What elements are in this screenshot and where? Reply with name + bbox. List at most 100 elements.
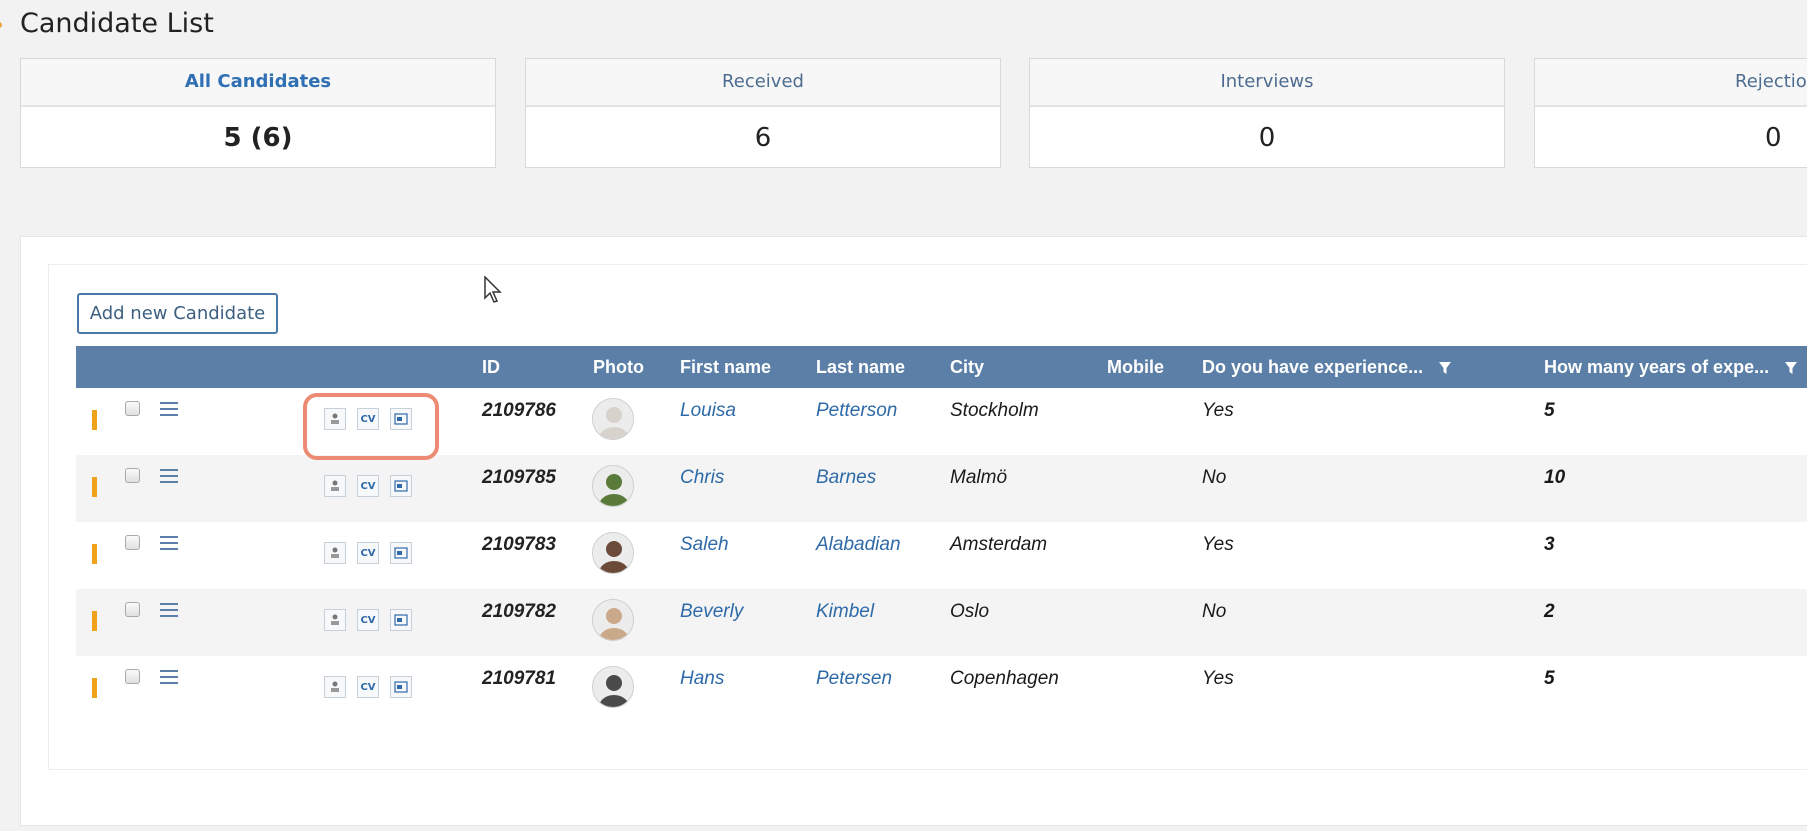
menu-icon[interactable] bbox=[160, 401, 178, 417]
column-header-last-name[interactable]: Last name bbox=[816, 346, 905, 388]
city-cell: Malmö bbox=[950, 467, 1008, 488]
grid-header: ID Photo First name Last name City Mobil… bbox=[76, 346, 1807, 388]
profile-doc-icon[interactable] bbox=[324, 475, 346, 497]
menu-icon[interactable] bbox=[160, 602, 178, 618]
letter-doc-icon[interactable] bbox=[390, 676, 412, 698]
candidate-id: 2109785 bbox=[482, 467, 556, 488]
document-icons: CV bbox=[324, 542, 412, 564]
column-header-experience-label: Do you have experience... bbox=[1202, 357, 1424, 377]
stat-label: Received bbox=[526, 59, 1000, 107]
column-header-years-label: How many years of expe... bbox=[1544, 357, 1770, 377]
status-indicator bbox=[92, 477, 97, 497]
stat-card-all-candidates[interactable]: All Candidates 5 (6) bbox=[20, 58, 496, 168]
avatar bbox=[592, 666, 634, 708]
avatar bbox=[592, 532, 634, 574]
title-marker bbox=[0, 22, 2, 28]
column-header-city[interactable]: City bbox=[950, 346, 984, 388]
city-cell: Oslo bbox=[950, 601, 990, 622]
first-name-link[interactable]: Hans bbox=[680, 668, 724, 690]
mouse-cursor-icon bbox=[484, 276, 502, 303]
status-indicator bbox=[92, 678, 97, 698]
stat-card-received[interactable]: Received 6 bbox=[525, 58, 1001, 168]
cv-doc-icon[interactable]: CV bbox=[357, 676, 379, 698]
filter-icon[interactable] bbox=[1784, 361, 1798, 375]
status-indicator bbox=[92, 410, 97, 430]
last-name-link[interactable]: Barnes bbox=[816, 467, 876, 489]
years-cell: 3 bbox=[1544, 534, 1555, 555]
page-title: Candidate List bbox=[20, 8, 214, 39]
candidate-id: 2109786 bbox=[482, 400, 556, 421]
last-name-link[interactable]: Kimbel bbox=[816, 601, 874, 623]
document-icons: CV bbox=[324, 676, 412, 698]
city-cell: Copenhagen bbox=[950, 668, 1059, 689]
city-cell: Stockholm bbox=[950, 400, 1039, 421]
row-checkbox[interactable] bbox=[125, 602, 140, 617]
stat-value: 0 bbox=[1258, 123, 1276, 153]
last-name-link[interactable]: Petterson bbox=[816, 400, 897, 422]
cv-doc-icon[interactable]: CV bbox=[357, 475, 379, 497]
first-name-link[interactable]: Chris bbox=[680, 467, 724, 489]
avatar bbox=[592, 599, 634, 641]
stat-label: Rejection bbox=[1535, 59, 1807, 107]
filter-icon[interactable] bbox=[1438, 361, 1452, 375]
column-header-id[interactable]: ID bbox=[482, 346, 500, 388]
stat-label: Interviews bbox=[1030, 59, 1504, 107]
letter-doc-icon[interactable] bbox=[390, 542, 412, 564]
candidate-id: 2109782 bbox=[482, 601, 556, 622]
experience-cell: No bbox=[1202, 467, 1227, 488]
column-header-photo[interactable]: Photo bbox=[593, 346, 644, 388]
column-header-years[interactable]: How many years of expe... bbox=[1544, 346, 1798, 388]
letter-doc-icon[interactable] bbox=[390, 475, 412, 497]
candidate-id: 2109781 bbox=[482, 668, 556, 689]
stat-value: 0 bbox=[1765, 123, 1782, 153]
profile-doc-icon[interactable] bbox=[324, 609, 346, 631]
last-name-link[interactable]: Petersen bbox=[816, 668, 892, 690]
status-indicator bbox=[92, 611, 97, 631]
row-checkbox[interactable] bbox=[125, 669, 140, 684]
stat-value: 6 bbox=[754, 123, 772, 153]
column-header-first-name[interactable]: First name bbox=[680, 346, 771, 388]
first-name-link[interactable]: Saleh bbox=[680, 534, 729, 556]
stat-card-interviews[interactable]: Interviews 0 bbox=[1029, 58, 1505, 168]
document-icons: CV bbox=[324, 475, 412, 497]
profile-doc-icon[interactable] bbox=[324, 542, 346, 564]
doc-icons-highlight bbox=[303, 393, 439, 460]
row-checkbox[interactable] bbox=[125, 468, 140, 483]
avatar bbox=[592, 398, 634, 440]
table-row[interactable]: CV 2109781 Hans Petersen Copenhagen Yes 5 bbox=[76, 656, 1807, 723]
stat-label: All Candidates bbox=[21, 59, 495, 107]
stat-card-rejection[interactable]: Rejection 0 bbox=[1534, 58, 1807, 168]
city-cell: Amsterdam bbox=[950, 534, 1048, 555]
years-cell: 5 bbox=[1544, 400, 1555, 421]
cv-doc-icon[interactable]: CV bbox=[357, 609, 379, 631]
profile-doc-icon[interactable] bbox=[324, 676, 346, 698]
first-name-link[interactable]: Louisa bbox=[680, 400, 736, 422]
cv-doc-icon[interactable]: CV bbox=[357, 542, 379, 564]
experience-cell: Yes bbox=[1202, 400, 1234, 421]
column-header-experience[interactable]: Do you have experience... bbox=[1202, 346, 1452, 388]
experience-cell: Yes bbox=[1202, 534, 1234, 555]
table-row[interactable]: CV 2109782 Beverly Kimbel Oslo No 2 bbox=[76, 589, 1807, 656]
avatar bbox=[592, 465, 634, 507]
first-name-link[interactable]: Beverly bbox=[680, 601, 743, 623]
menu-icon[interactable] bbox=[160, 669, 178, 685]
years-cell: 10 bbox=[1544, 467, 1566, 488]
last-name-link[interactable]: Alabadian bbox=[816, 534, 901, 556]
experience-cell: No bbox=[1202, 601, 1227, 622]
candidate-id: 2109783 bbox=[482, 534, 556, 555]
status-indicator bbox=[92, 544, 97, 564]
table-row[interactable]: CV 2109783 Saleh Alabadian Amsterdam Yes 3 bbox=[76, 522, 1807, 589]
menu-icon[interactable] bbox=[160, 468, 178, 484]
column-header-mobile[interactable]: Mobile bbox=[1107, 346, 1164, 388]
letter-doc-icon[interactable] bbox=[390, 609, 412, 631]
menu-icon[interactable] bbox=[160, 535, 178, 551]
document-icons: CV bbox=[324, 609, 412, 631]
stat-value: 5 (6) bbox=[223, 123, 293, 153]
experience-cell: Yes bbox=[1202, 668, 1234, 689]
years-cell: 2 bbox=[1544, 601, 1555, 622]
years-cell: 5 bbox=[1544, 668, 1555, 689]
add-candidate-button[interactable]: Add new Candidate bbox=[77, 293, 278, 334]
row-checkbox[interactable] bbox=[125, 535, 140, 550]
row-checkbox[interactable] bbox=[125, 401, 140, 416]
table-row[interactable]: CV 2109785 Chris Barnes Malmö No 10 bbox=[76, 455, 1807, 522]
